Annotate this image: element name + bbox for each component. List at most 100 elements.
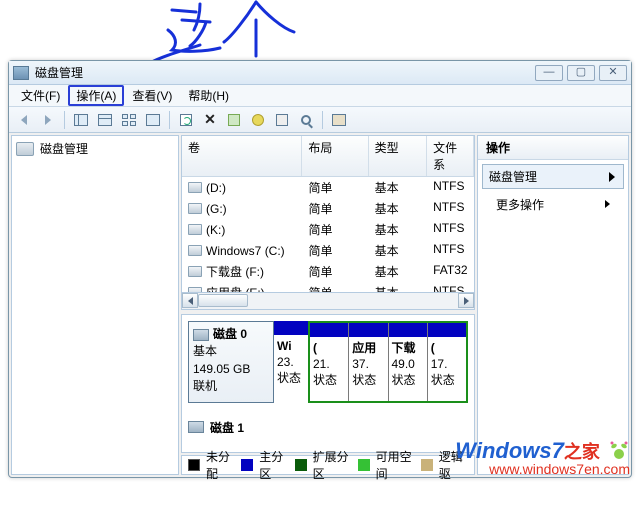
part-status: 状态	[431, 373, 455, 387]
legend-swatch-extended	[295, 459, 307, 471]
legend-primary: 主分区	[259, 448, 288, 482]
disk1-name: 磁盘 1	[210, 419, 244, 436]
volume-fs: NTFS	[427, 178, 474, 197]
part-status: 状态	[277, 371, 301, 385]
minimize-button[interactable]: —	[535, 65, 563, 81]
tree-root[interactable]: 磁盘管理	[16, 140, 174, 157]
volume-name: (G:)	[206, 202, 227, 216]
volume-row[interactable]: 应用盘 (E:) 简单基本NTFS	[182, 282, 474, 292]
legend-free: 可用空间	[376, 448, 415, 482]
col-layout[interactable]: 布局	[302, 136, 368, 176]
disk0-part[interactable]: Wi 23. 状态	[274, 321, 308, 403]
legend-logical: 逻辑驱	[439, 448, 468, 482]
volume-icon	[188, 245, 202, 256]
volume-fs: NTFS	[427, 199, 474, 218]
volume-icon	[188, 203, 202, 214]
volume-icon	[188, 182, 202, 193]
part-size: 37.	[352, 357, 369, 371]
volume-fs: NTFS	[427, 241, 474, 260]
part-size: 49.0	[392, 357, 415, 371]
volume-row[interactable]: 下载盘 (F:)简单基本FAT32	[182, 261, 474, 282]
volume-h-scrollbar[interactable]	[181, 293, 475, 310]
legend-swatch-free	[358, 459, 370, 471]
volume-icon	[188, 224, 202, 235]
app-icon	[13, 66, 29, 80]
volume-layout: 简单	[302, 178, 368, 197]
disk-graphical-view: 磁盘 0 基本 149.05 GB 联机 Wi 23. 状态	[181, 314, 475, 453]
volume-row[interactable]: (D:)简单基本NTFS	[182, 177, 474, 198]
disk0-kind: 基本	[193, 343, 269, 360]
back-button[interactable]	[13, 110, 35, 130]
menu-view[interactable]: 查看(V)	[124, 85, 180, 106]
volume-row[interactable]: (K:)简单基本NTFS	[182, 219, 474, 240]
actions-header: 操作	[478, 136, 628, 160]
col-fs[interactable]: 文件系	[427, 136, 474, 176]
volume-fs: NTFS	[427, 283, 474, 292]
volume-type: 基本	[369, 241, 427, 260]
col-volume[interactable]: 卷	[182, 136, 302, 176]
legend-swatch-unalloc	[188, 459, 200, 471]
volume-fs: NTFS	[427, 220, 474, 239]
volume-name: (K:)	[206, 223, 225, 237]
view-split-h-button[interactable]	[94, 110, 116, 130]
menubar: 文件(F) 操作(A) 查看(V) 帮助(H)	[9, 85, 631, 107]
part-status: 状态	[392, 373, 416, 387]
volume-name: 应用盘 (E:)	[206, 284, 265, 292]
refresh-button[interactable]	[175, 110, 197, 130]
volume-layout: 简单	[302, 241, 368, 260]
part-name: 下载	[392, 341, 416, 355]
actions-more[interactable]: 更多操作	[478, 193, 628, 216]
help-button[interactable]	[247, 110, 269, 130]
volume-type: 基本	[369, 220, 427, 239]
disk1-info[interactable]: 磁盘 1	[188, 417, 468, 437]
disk0-info[interactable]: 磁盘 0 基本 149.05 GB 联机	[188, 321, 274, 403]
volume-type: 基本	[369, 262, 427, 281]
titlebar: 磁盘管理 — ▢ ✕	[9, 61, 631, 85]
volume-type: 基本	[369, 199, 427, 218]
properties-button[interactable]	[223, 110, 245, 130]
menu-file[interactable]: 文件(F)	[13, 85, 68, 106]
find-button[interactable]	[295, 110, 317, 130]
menu-action[interactable]: 操作(A)	[68, 85, 124, 106]
disk0-part[interactable]: 应用37.状态	[348, 323, 387, 401]
volume-name: (D:)	[206, 181, 226, 195]
legend-unalloc: 未分配	[206, 448, 235, 482]
maximize-button[interactable]: ▢	[567, 65, 595, 81]
legend-swatch-primary	[241, 459, 253, 471]
part-status: 状态	[313, 373, 337, 387]
volume-row[interactable]: (G:) 简单基本NTFS	[182, 198, 474, 219]
disk0-part[interactable]: (21. 状态	[310, 323, 348, 401]
forward-button[interactable]	[37, 110, 59, 130]
volume-layout: 简单	[302, 283, 368, 292]
volume-row[interactable]: Windows7 (C:)简单基本NTFS	[182, 240, 474, 261]
disk-mgmt-icon	[16, 142, 34, 156]
disk-management-window: 磁盘管理 — ▢ ✕ 文件(F) 操作(A) 查看(V) 帮助(H) ✕	[8, 60, 632, 478]
close-button[interactable]: ✕	[599, 65, 627, 81]
legend: 未分配 主分区 扩展分区 可用空间 逻辑驱	[181, 455, 475, 475]
disk-icon	[188, 421, 204, 433]
volume-name: 下载盘 (F:)	[206, 263, 264, 280]
volume-layout: 简单	[302, 199, 368, 218]
part-size: 17.	[431, 357, 448, 371]
view-tiles-button[interactable]	[118, 110, 140, 130]
actions-selected-label: 磁盘管理	[489, 168, 537, 185]
volume-type: 基本	[369, 283, 427, 292]
view-split-v-button[interactable]	[70, 110, 92, 130]
part-name: (	[313, 341, 317, 355]
disk0-part[interactable]: (17.状态	[427, 323, 466, 401]
disk0-part[interactable]: 下载 49.0 状态	[388, 323, 427, 401]
delete-button[interactable]: ✕	[199, 110, 221, 130]
nav-tree: 磁盘管理	[11, 135, 179, 475]
view-last-button[interactable]	[328, 110, 350, 130]
view-pane-button[interactable]	[142, 110, 164, 130]
settings-button[interactable]	[271, 110, 293, 130]
tree-root-label: 磁盘管理	[40, 140, 88, 157]
menu-help[interactable]: 帮助(H)	[180, 85, 237, 106]
part-name: 应用	[352, 341, 376, 355]
collapse-icon	[609, 172, 615, 182]
actions-selected[interactable]: 磁盘管理	[482, 164, 624, 189]
part-size: 21.	[313, 357, 330, 371]
part-name: Wi	[277, 339, 292, 353]
col-type[interactable]: 类型	[369, 136, 427, 176]
legend-extended: 扩展分区	[313, 448, 352, 482]
